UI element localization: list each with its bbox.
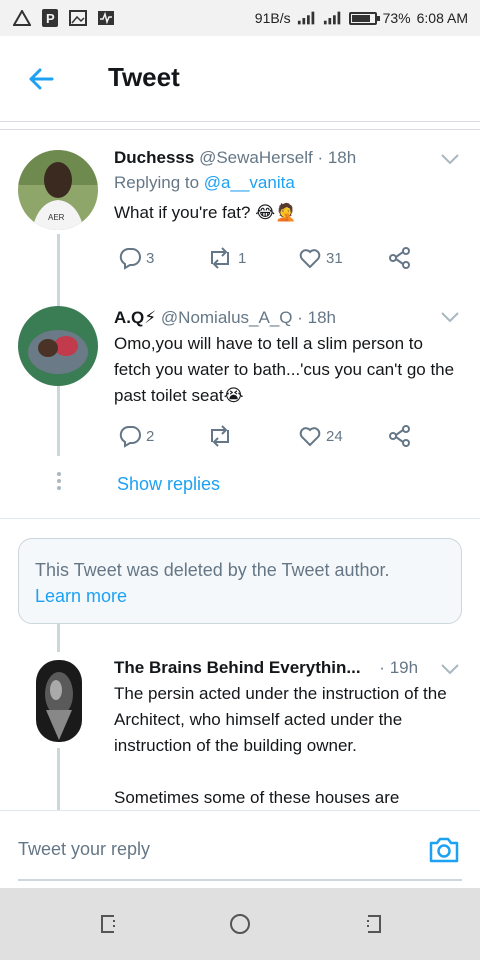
avatar[interactable]: [36, 660, 82, 742]
reply-icon: [119, 248, 141, 270]
battery-percent: 73%: [382, 10, 411, 26]
thread-line: [57, 624, 60, 652]
page-title: Tweet: [108, 62, 180, 92]
chevron-down-icon[interactable]: [440, 152, 460, 166]
app-header: Tweet: [0, 36, 480, 122]
share-button[interactable]: [388, 424, 412, 448]
back-arrow-icon[interactable]: [26, 64, 56, 94]
retweet-button[interactable]: [206, 424, 298, 448]
home-icon[interactable]: [228, 912, 252, 936]
like-button[interactable]: 31: [298, 246, 388, 270]
author-handle[interactable]: @Nomialus_A_Q: [161, 308, 293, 327]
retweet-icon: [211, 247, 229, 269]
header-divider: [0, 129, 480, 130]
tweet-header: A.Q⚡ @Nomialus_A_Q · 18h: [114, 306, 462, 330]
tweet-text: The persin acted under the instruction o…: [114, 684, 447, 755]
thread-line: [57, 748, 60, 810]
image-icon: [68, 9, 88, 27]
author-name[interactable]: The Brains Behind Everythin...: [114, 658, 361, 677]
tweet-time: 18h: [327, 148, 357, 167]
signal-4g-icon: [323, 9, 343, 27]
status-bar: P 91B/s 73% 6:08 AM: [0, 0, 480, 36]
tweet-actions: 3 1 31: [118, 246, 412, 270]
thread-line: [57, 390, 60, 456]
like-count: 24: [326, 427, 343, 445]
author-name[interactable]: Duchesss: [114, 148, 194, 167]
tweet-header: Duchesss @SewaHerself · 18h: [114, 146, 462, 170]
svg-text:P: P: [46, 11, 55, 26]
signal-icon: [297, 9, 317, 27]
replying-label: Replying to: [114, 173, 200, 192]
tweet-text-continued: Sometimes some of these houses are: [114, 788, 400, 807]
reply-input-underline: [18, 879, 462, 881]
net-speed: 91B/s: [254, 10, 291, 26]
chevron-down-icon[interactable]: [440, 310, 460, 324]
reply-icon: [119, 426, 141, 448]
tweet-header: The Brains Behind Everythin... · 19h: [114, 656, 462, 680]
author-name[interactable]: A.Q⚡: [114, 308, 156, 327]
tweet-text: Omo,you will have to tell a slim person …: [114, 334, 455, 405]
back-icon[interactable]: [362, 912, 386, 936]
camera-icon[interactable]: [428, 835, 460, 865]
reply-count: 3: [146, 249, 155, 267]
svg-text:AER: AER: [48, 213, 65, 222]
reply-composer: Tweet your reply: [0, 810, 480, 888]
like-count: 31: [326, 249, 343, 267]
retweet-button[interactable]: 1: [206, 246, 298, 270]
system-nav-bar: [0, 888, 480, 960]
tweet-time: 19h: [389, 658, 419, 677]
reply-button[interactable]: 2: [118, 424, 206, 448]
separator-dot: ·: [317, 148, 324, 167]
retweet-count: 1: [238, 249, 247, 267]
reply-count: 2: [146, 427, 155, 445]
recent-apps-icon[interactable]: [96, 912, 120, 936]
deleted-notice-text: This Tweet was deleted by the Tweet auth…: [35, 560, 390, 580]
separator-dot: ·: [379, 658, 385, 677]
tweet-time: 18h: [307, 308, 337, 327]
like-button[interactable]: 24: [298, 424, 388, 448]
parking-app-icon: P: [40, 9, 60, 27]
activity-icon: [96, 9, 116, 27]
show-replies-link[interactable]: Show replies: [117, 474, 220, 495]
chevron-down-icon[interactable]: [440, 662, 460, 676]
battery-icon: [348, 11, 380, 25]
learn-more-link[interactable]: Learn more: [35, 583, 445, 609]
separator-dot: ·: [297, 308, 303, 327]
section-divider: [0, 518, 480, 519]
reply-input[interactable]: Tweet your reply: [18, 839, 418, 860]
alert-triangle-icon: [12, 9, 32, 27]
retweet-icon: [211, 425, 229, 447]
share-button[interactable]: [388, 246, 412, 270]
tweet-actions: 2 24: [118, 424, 412, 448]
heart-icon: [299, 249, 321, 269]
deleted-tweet-notice: This Tweet was deleted by the Tweet auth…: [18, 538, 462, 624]
reply-button[interactable]: 3: [118, 246, 206, 270]
share-icon: [389, 425, 410, 447]
avatar[interactable]: [18, 306, 98, 386]
replying-to-link[interactable]: @a__vanita: [204, 173, 295, 192]
heart-icon: [299, 427, 321, 447]
share-icon: [389, 247, 410, 269]
replying-to: Replying to @a__vanita: [114, 170, 462, 196]
clock: 6:08 AM: [416, 10, 468, 26]
more-thread-dots: [56, 472, 62, 493]
avatar[interactable]: AER: [18, 150, 98, 230]
tweet-text: What if you're fat? 😂🤦: [114, 203, 297, 222]
author-handle[interactable]: @SewaHerself: [199, 148, 313, 167]
